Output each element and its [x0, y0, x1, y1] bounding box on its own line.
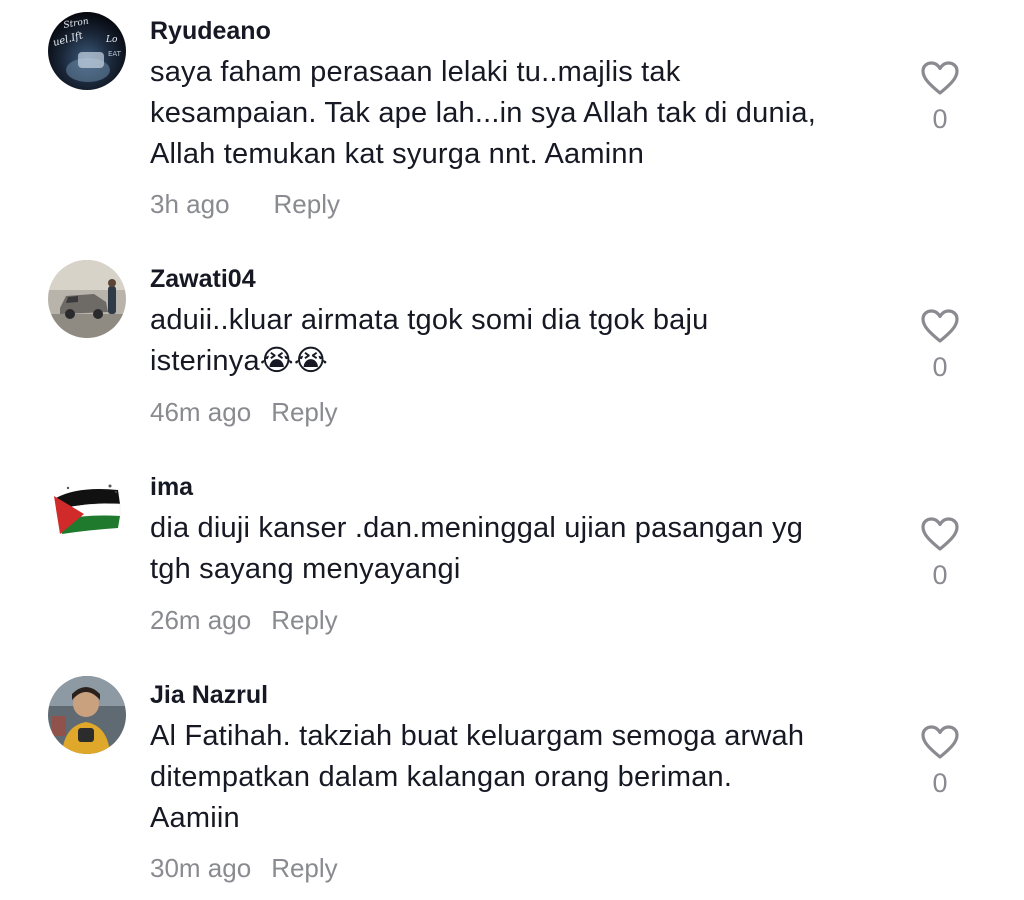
comment-text-line: ditempatkan dalam kalangan orang beriman…: [150, 761, 733, 793]
comment-text: Al Fatihah. takziah buat keluargam semog…: [150, 716, 890, 839]
comment-text-line: Allah temukan kat syurga nnt. Aaminn: [150, 138, 645, 170]
comment-text: saya faham perasaan lelaki tu..majlis ta…: [150, 52, 890, 175]
comment-text-line: isterinya😭😭: [150, 345, 328, 377]
svg-text:EAT: EAT: [108, 50, 122, 58]
like-count: 0: [932, 352, 948, 382]
avatar[interactable]: [48, 260, 126, 338]
like-button[interactable]: 0: [916, 516, 964, 590]
avatar[interactable]: [48, 676, 126, 754]
comment-text-line: Aamiin: [150, 802, 240, 834]
reply-button[interactable]: Reply: [274, 189, 340, 219]
comment-timestamp: 30m ago: [150, 853, 252, 883]
heart-icon: [921, 517, 959, 551]
comment-username[interactable]: Zawati04: [150, 264, 256, 294]
svg-text:Lo: Lo: [105, 35, 118, 45]
comment-username[interactable]: Ryudeano: [150, 16, 271, 46]
comment-text: aduii..kluar airmata tgok somi dia tgok …: [150, 300, 890, 382]
like-count: 0: [932, 768, 948, 798]
dark-photo-avatar-icon: Stron uel.Ift Lo EAT: [48, 12, 126, 90]
comment-text: dia diuji kanser .dan.meninggal ujian pa…: [150, 508, 890, 590]
like-button[interactable]: 0: [916, 308, 964, 382]
car-photo-avatar-icon: [48, 260, 126, 338]
comment-username[interactable]: ima: [150, 472, 193, 502]
comment-text-line: aduii..kluar airmata tgok somi dia tgok …: [150, 304, 709, 336]
comment-text-line: Al Fatihah. takziah buat keluargam semog…: [150, 720, 805, 752]
heart-icon: [921, 61, 959, 95]
heart-icon: [921, 309, 959, 343]
comment-text-line: saya faham perasaan lelaki tu..majlis ta…: [150, 56, 681, 88]
comment-text-line: kesampaian. Tak ape lah...in sya Allah t…: [150, 97, 817, 129]
avatar[interactable]: Stron uel.Ift Lo EAT: [48, 12, 126, 90]
reply-button[interactable]: Reply: [271, 853, 337, 883]
comment-meta: 3h ago Reply: [150, 189, 340, 219]
like-count: 0: [932, 560, 948, 590]
person-photo-avatar-icon: [48, 676, 126, 754]
like-button[interactable]: 0: [916, 724, 964, 798]
reply-button[interactable]: Reply: [271, 605, 337, 635]
heart-icon: [921, 725, 959, 759]
comment-meta: 30m ago Reply: [150, 853, 338, 883]
comment-timestamp: 26m ago: [150, 605, 252, 635]
like-button[interactable]: 0: [916, 60, 964, 134]
comment-meta: 26m ago Reply: [150, 605, 338, 635]
comment-text-line: dia diuji kanser .dan.meninggal ujian pa…: [150, 512, 804, 544]
palestine-flag-avatar-icon: [48, 468, 126, 546]
like-count: 0: [932, 104, 948, 134]
avatar[interactable]: [48, 468, 126, 546]
comment-timestamp: 46m ago: [150, 397, 252, 427]
comment-text-line: tgh sayang menyayangi: [150, 553, 461, 585]
comment-timestamp: 3h ago: [150, 189, 230, 219]
comment-meta: 46m ago Reply: [150, 397, 338, 427]
comment-username[interactable]: Jia Nazrul: [150, 680, 268, 710]
reply-button[interactable]: Reply: [271, 397, 337, 427]
